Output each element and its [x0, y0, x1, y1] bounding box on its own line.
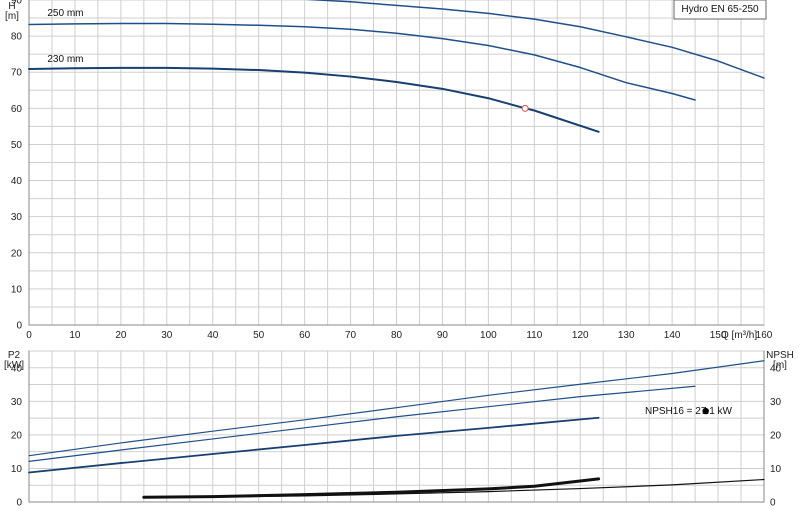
bottom-right-y-tick-label: 20 — [770, 430, 782, 441]
top-x-axis-title: Q [m³/h] — [721, 330, 757, 341]
duty-point-marker — [521, 104, 529, 112]
npsh-annotation: NPSH16 = 27.1 kW — [645, 406, 733, 417]
bottom-left-y-tick-label: 10 — [11, 464, 23, 475]
bottom-left-y-tick-label: 30 — [11, 397, 23, 408]
top-x-tick-label: 0 — [26, 330, 32, 341]
top-x-tick-label: 130 — [618, 330, 635, 341]
bottom-right-y-tick-label: 10 — [770, 464, 782, 475]
bottom-right-y-tick-label: 30 — [770, 397, 782, 408]
bottom-left-axis-title: P2 [kW] — [4, 350, 24, 371]
top-x-tick-label: 120 — [572, 330, 589, 341]
axis-title-line: [kW] — [4, 360, 24, 371]
top-x-tick-label: 160 — [756, 330, 773, 341]
top-x-tick-label: 80 — [391, 330, 403, 341]
axis-title-line: [m] — [773, 360, 787, 371]
top-x-tick-label: 100 — [480, 330, 497, 341]
top-y-tick-label: 70 — [11, 68, 23, 79]
bottom-left-y-tick-label: 20 — [11, 430, 23, 441]
top-x-tick-label: 90 — [437, 330, 449, 341]
top-x-tick-label: 110 — [526, 330, 542, 341]
top-y-tick-label: 50 — [11, 140, 23, 151]
bottom-left-y-tick-label: 0 — [16, 498, 22, 509]
product-name: Hydro EN 65-250 — [681, 4, 759, 15]
top-x-tick-label: 30 — [161, 330, 173, 341]
product-box: Hydro EN 65-250 — [673, 0, 767, 20]
top-x-tick-label: 70 — [345, 330, 357, 341]
top-x-tick-label: 20 — [115, 330, 127, 341]
bottom-right-y-tick-label: 0 — [770, 498, 776, 509]
chart-svg: 01020304050607080900 10 20 30 40 50 60 70 80 90 10… — [4, 0, 794, 509]
top-y-tick-label: 60 — [11, 104, 23, 115]
top-y-tick-label: 30 — [11, 212, 23, 223]
top-x-tick-label: 140 — [664, 330, 681, 341]
top-y-tick-label: 40 — [11, 176, 23, 187]
top-y-tick-label: 20 — [11, 248, 23, 259]
top-x-tick-label: 40 — [207, 330, 219, 341]
top-curve-label-2: 250 mm — [47, 8, 83, 19]
top-x-tick-label: 50 — [253, 330, 265, 341]
pump-performance-chart: 0 10 20 30 40 50 60 70 80 90 0 10 20 30 40 50 60 70 80 90 10… — [0, 0, 800, 520]
top-x-tick-label: 10 — [69, 330, 81, 341]
top-y-tick-label: 10 — [11, 284, 23, 295]
top-y-tick-label: 80 — [11, 32, 23, 43]
bottom-chart: 010203040010203040P2 [kW]NPSH [m]NPSH16 = … — [4, 350, 794, 509]
axis-title-line: [m] — [5, 11, 19, 22]
top-x-tick-label: 60 — [299, 330, 311, 341]
top-chart: 01020304050607080900 10 20 30 40 50 60 70 80 90 10… — [5, 0, 773, 341]
top-curve-label-3: 230 mm — [47, 54, 83, 65]
top-y-tick-label: 0 — [16, 321, 22, 332]
